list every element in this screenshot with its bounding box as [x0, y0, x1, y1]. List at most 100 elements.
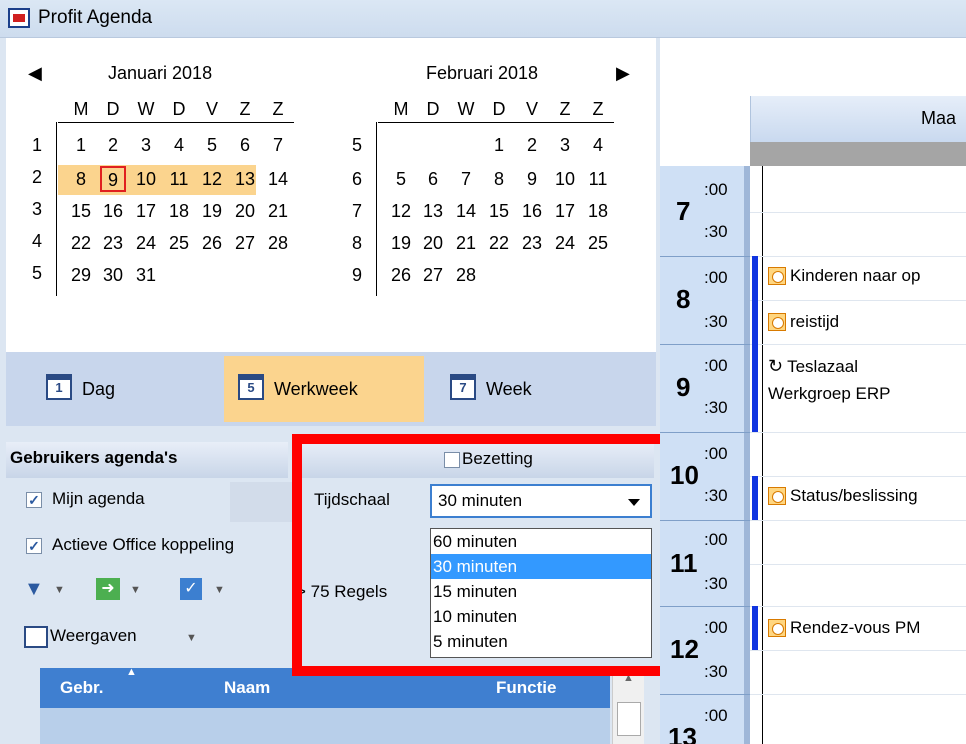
calendar-day[interactable]: 22 [68, 230, 94, 256]
calendar-day[interactable]: 15 [68, 198, 94, 224]
calendar-day[interactable]: 9 [519, 166, 545, 192]
column-naam[interactable]: Naam [224, 678, 270, 698]
time-column-edge [744, 166, 750, 744]
calendar-day[interactable]: 11 [585, 166, 611, 192]
calendar-day[interactable]: 7 [265, 132, 291, 158]
calendar-day[interactable]: 27 [232, 230, 258, 256]
hour-separator [660, 344, 750, 345]
calendar-day[interactable]: 11 [166, 166, 192, 192]
calendar-day[interactable]: 8 [486, 166, 512, 192]
calendar-day[interactable]: 4 [585, 132, 611, 158]
calendar-day[interactable]: 21 [453, 230, 479, 256]
column-functie[interactable]: Functie [496, 678, 556, 698]
calendar-day[interactable]: 20 [420, 230, 446, 256]
clock-icon [768, 487, 786, 505]
event-bar [752, 256, 758, 344]
select-dropdown-icon[interactable]: ▼ [214, 584, 225, 596]
calendar-day[interactable]: 20 [232, 198, 258, 224]
calendar-day[interactable]: 28 [265, 230, 291, 256]
weergaven-button[interactable]: Weergaven [50, 626, 137, 646]
hour-label: 11 [670, 548, 698, 578]
next-month-arrow-icon[interactable]: ▶ [616, 63, 630, 84]
appointment-subject[interactable]: Werkgroep ERP [768, 384, 891, 404]
calendar-day[interactable]: 26 [199, 230, 225, 256]
view-day-button[interactable]: 1 Dag [6, 356, 220, 422]
calendar-day[interactable]: 16 [519, 198, 545, 224]
slot-separator [750, 256, 966, 257]
calendar-day[interactable]: 2 [100, 132, 126, 158]
calendar-day[interactable]: 6 [420, 166, 446, 192]
calendar-day[interactable]: 24 [552, 230, 578, 256]
calendar-day[interactable]: 10 [552, 166, 578, 192]
views-table-icon[interactable] [24, 626, 48, 648]
calendar-day[interactable]: 18 [585, 198, 611, 224]
calendar-day[interactable]: 23 [519, 230, 545, 256]
calendar-day[interactable]: 31 [133, 262, 159, 288]
calendar-day[interactable]: 5 [199, 132, 225, 158]
slot-separator [750, 694, 966, 695]
appointment[interactable]: Status/beslissing [768, 486, 918, 506]
view-week-button[interactable]: 7 Week [430, 356, 626, 422]
view-day-label: Dag [82, 378, 116, 399]
hour-label: 10 [670, 460, 699, 490]
appointment[interactable]: ↻ Teslazaal [768, 356, 858, 377]
calendar-day[interactable]: 4 [166, 132, 192, 158]
calendar-day[interactable]: 21 [265, 198, 291, 224]
calendar-day[interactable]: 23 [100, 230, 126, 256]
calendar-day[interactable]: 7 [453, 166, 479, 192]
export-dropdown-icon[interactable]: ▼ [130, 584, 141, 596]
column-gebr[interactable]: Gebr. [60, 678, 103, 698]
calendar-day[interactable]: 25 [585, 230, 611, 256]
calendar-day[interactable]: 29 [68, 262, 94, 288]
calendar-day[interactable]: 12 [388, 198, 414, 224]
mijn-agenda-checkbox[interactable]: ✓ [26, 492, 42, 508]
appointment[interactable]: Rendez-vous PM [768, 618, 920, 638]
calendar-day[interactable]: 17 [133, 198, 159, 224]
calendar-day[interactable]: 3 [552, 132, 578, 158]
calendar-day[interactable]: 26 [388, 262, 414, 288]
filter-icon[interactable]: ▼ [24, 578, 44, 601]
calendar-day[interactable]: 1 [68, 132, 94, 158]
calendar-day[interactable]: 24 [133, 230, 159, 256]
calendar-day[interactable]: 6 [232, 132, 258, 158]
calendar-day[interactable]: 17 [552, 198, 578, 224]
calendar-day[interactable]: 25 [166, 230, 192, 256]
calendar-day[interactable]: 27 [420, 262, 446, 288]
weekday-header: Z [239, 99, 251, 119]
calendar-day[interactable]: 5 [388, 166, 414, 192]
calendar-day[interactable]: 15 [486, 198, 512, 224]
calendar-day[interactable]: 2 [519, 132, 545, 158]
office-koppeling-checkbox[interactable]: ✓ [26, 538, 42, 554]
week-number: 4 [31, 231, 42, 251]
calendar-day[interactable]: 1 [486, 132, 512, 158]
table-row[interactable] [40, 708, 610, 744]
recurring-icon: ↻ [768, 356, 784, 376]
calendar-day[interactable]: 13 [232, 166, 258, 192]
calendar-day-today[interactable]: 9 [100, 166, 126, 192]
calendar-day[interactable]: 12 [199, 166, 225, 192]
calendar-day[interactable]: 30 [100, 262, 126, 288]
calendar-day[interactable]: 14 [265, 166, 291, 192]
calendar-day[interactable]: 13 [420, 198, 446, 224]
calendar-day[interactable]: 16 [100, 198, 126, 224]
export-icon[interactable]: ➜ [96, 578, 120, 600]
calendar-day[interactable]: 14 [453, 198, 479, 224]
calendar-day[interactable]: 19 [388, 230, 414, 256]
day-title: Maa [921, 108, 957, 128]
calendar-day[interactable]: 19 [199, 198, 225, 224]
calendar-day[interactable]: 18 [166, 198, 192, 224]
calendar-day[interactable]: 28 [453, 262, 479, 288]
appointment[interactable]: Kinderen naar op [768, 266, 920, 286]
prev-month-arrow-icon[interactable]: ◀ [28, 63, 42, 84]
vertical-scrollbar[interactable]: ▲ [612, 668, 644, 744]
weergaven-dropdown-icon[interactable]: ▼ [186, 632, 197, 644]
view-workweek-button[interactable]: 5 Werkweek [224, 356, 424, 422]
calendar-day[interactable]: 3 [133, 132, 159, 158]
scroll-thumb[interactable] [617, 702, 641, 736]
filter-dropdown-icon[interactable]: ▼ [54, 584, 65, 596]
calendar-day[interactable]: 8 [68, 166, 94, 192]
select-all-icon[interactable]: ✓ [180, 578, 202, 600]
calendar-day[interactable]: 22 [486, 230, 512, 256]
appointment[interactable]: reistijd [768, 312, 839, 332]
calendar-day[interactable]: 10 [133, 166, 159, 192]
